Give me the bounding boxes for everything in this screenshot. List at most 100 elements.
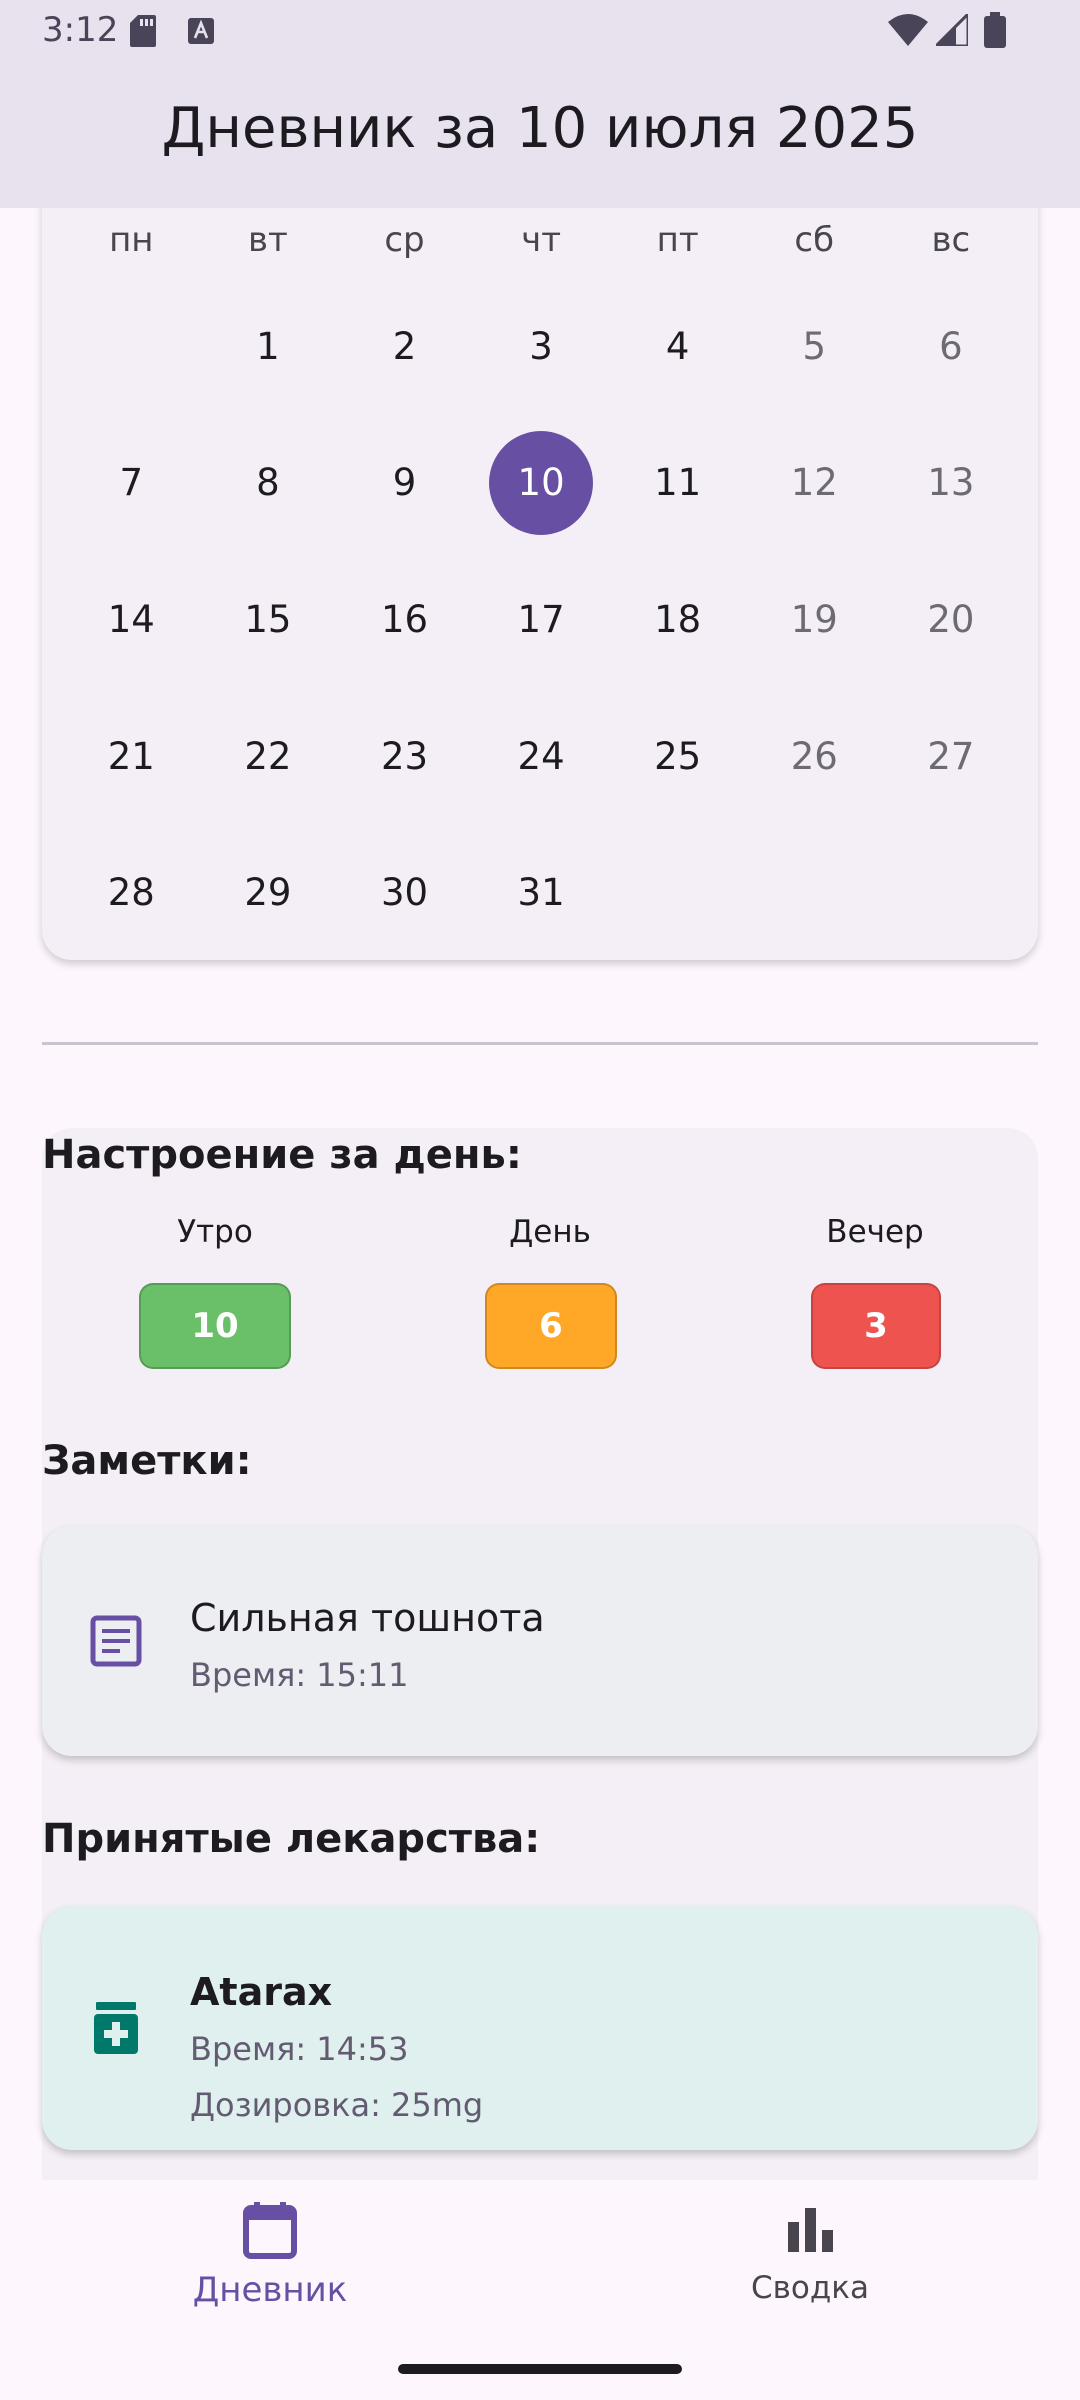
- status-bar: 3:12: [0, 0, 1080, 62]
- mood-evening-badge[interactable]: 3: [811, 1283, 941, 1369]
- calendar-day[interactable]: 27: [883, 688, 1020, 825]
- calendar-day-number: 30: [380, 871, 429, 915]
- mood-morning-label: Утро: [177, 1214, 253, 1250]
- weekday-label: ср: [384, 220, 425, 260]
- mood-morning-badge[interactable]: 10: [139, 1283, 291, 1369]
- medication-icon: [94, 2002, 138, 2054]
- calendar-day-number: 11: [654, 461, 702, 505]
- status-time: 3:12: [42, 10, 119, 50]
- calendar-day-number: 22: [244, 734, 292, 778]
- calendar-day[interactable]: 23: [336, 688, 473, 825]
- calendar-day[interactable]: 21: [63, 688, 200, 825]
- calendar-day[interactable]: 20: [883, 551, 1020, 688]
- calendar-day-number: 9: [392, 461, 417, 505]
- calendar-day[interactable]: 7: [63, 415, 200, 552]
- calendar-grid: 1 2 3 4 5 6 7 8 9 10 11 12 13 14 15 16 17 18 19 20 21 22 23 24 2…: [63, 278, 1019, 961]
- mood-day-badge[interactable]: 6: [485, 1283, 617, 1369]
- sd-card-icon: [130, 15, 156, 47]
- calendar-weekday-header: пн вт ср чт пт сб вс: [42, 220, 1059, 264]
- calendar-day[interactable]: 25: [609, 688, 746, 825]
- calendar-day-number: 16: [380, 597, 429, 641]
- calendar-day[interactable]: 6: [883, 278, 1020, 415]
- calendar-day-number: 8: [256, 461, 280, 505]
- home-indicator[interactable]: [398, 2364, 682, 2374]
- calendar-day[interactable]: 11: [609, 415, 746, 552]
- calendar-day-number: 18: [654, 597, 702, 641]
- calendar-day[interactable]: 5: [746, 278, 883, 415]
- calendar-day-number: 24: [517, 734, 565, 778]
- weekday-label: вт: [247, 220, 288, 260]
- nav-diary[interactable]: Дневник: [120, 2200, 420, 2310]
- calendar-day[interactable]: 2: [336, 278, 473, 415]
- weekday-label: чт: [521, 220, 562, 260]
- calendar-day-number: 6: [939, 324, 963, 368]
- medicine-card[interactable]: Atarax Время: 14:53 Дозировка: 25mg: [42, 1906, 1038, 2150]
- calendar-day-number: 23: [380, 734, 429, 778]
- calendar-day[interactable]: 13: [883, 415, 1020, 552]
- mood-evening: Вечер: [800, 1214, 950, 1250]
- note-text: Сильная тошнота: [190, 1596, 545, 1640]
- calendar-icon: [243, 2202, 297, 2259]
- note-card[interactable]: Сильная тошнота Время: 15:11: [42, 1526, 1038, 1756]
- calendar-day[interactable]: 16: [336, 551, 473, 688]
- calendar-day-number: 10: [489, 430, 594, 535]
- calendar-day-number: 14: [107, 597, 155, 641]
- calendar-day-number: 28: [107, 871, 155, 915]
- nav-summary[interactable]: Сводка: [660, 2200, 960, 2306]
- calendar-day[interactable]: 17: [473, 551, 610, 688]
- nav-diary-label: Дневник: [192, 2270, 348, 2310]
- mood-morning: Утро: [140, 1214, 290, 1250]
- calendar-day-number: 7: [119, 461, 144, 505]
- nav-summary-label: Сводка: [750, 2270, 870, 2306]
- calendar-day[interactable]: 29: [200, 824, 337, 961]
- mood-evening-label: Вечер: [826, 1214, 924, 1250]
- calendar-day-number: 3: [529, 324, 553, 368]
- bar-chart-icon: [788, 2208, 833, 2252]
- calendar-day-number: 2: [392, 324, 417, 368]
- mood-day-label: День: [509, 1214, 591, 1250]
- calendar-day[interactable]: 14: [63, 551, 200, 688]
- calendar-day[interactable]: 18: [609, 551, 746, 688]
- signal-icon: [936, 14, 968, 46]
- weekday-label: вс: [931, 220, 971, 260]
- calendar-day-number: 26: [790, 734, 838, 778]
- calendar-day[interactable]: 28: [63, 824, 200, 961]
- calendar-day[interactable]: 1: [200, 278, 337, 415]
- calendar-day[interactable]: 4: [609, 278, 746, 415]
- calendar-day-number: 17: [517, 597, 565, 641]
- calendar-day[interactable]: 24: [473, 688, 610, 825]
- calendar-day-number: 27: [927, 734, 975, 778]
- notes-section-title: Заметки:: [42, 1438, 252, 1484]
- wifi-icon: [888, 14, 928, 46]
- calendar-day[interactable]: 26: [746, 688, 883, 825]
- medicine-name: Atarax: [190, 1970, 333, 2014]
- notes-icon: [90, 1615, 142, 1667]
- calendar-day-number: 31: [517, 871, 565, 915]
- calendar-day[interactable]: 22: [200, 688, 337, 825]
- calendar-day[interactable]: 3: [473, 278, 610, 415]
- text-a-icon: [188, 18, 214, 44]
- note-time: Время: 15:11: [190, 1656, 409, 1694]
- calendar-day-number: 4: [665, 324, 690, 368]
- calendar-day-number: 12: [790, 461, 838, 505]
- calendar-day-number: 19: [790, 597, 838, 641]
- calendar-day[interactable]: 8: [200, 415, 337, 552]
- calendar-day[interactable]: 15: [200, 551, 337, 688]
- weekday-label: пн: [109, 220, 154, 260]
- calendar-day[interactable]: 9: [336, 415, 473, 552]
- calendar-day[interactable]: 12: [746, 415, 883, 552]
- calendar-day-number: 15: [244, 597, 292, 641]
- calendar-day[interactable]: 30: [336, 824, 473, 961]
- calendar-day-number: 13: [927, 461, 975, 505]
- page-title: Дневник за 10 июля 2025: [161, 96, 919, 161]
- calendar-day-number: 5: [802, 324, 827, 368]
- calendar-day[interactable]: 19: [746, 551, 883, 688]
- calendar-day-number: 25: [654, 734, 702, 778]
- calendar-empty-cell: [63, 278, 200, 415]
- calendar-day-selected[interactable]: 10: [473, 415, 610, 552]
- mood-section-title: Настроение за день:: [42, 1132, 522, 1178]
- medicine-time: Время: 14:53: [190, 2030, 409, 2068]
- medicines-section-title: Принятые лекарства:: [42, 1816, 541, 1862]
- calendar-day[interactable]: 31: [473, 824, 610, 961]
- calendar-day-number: 21: [107, 734, 155, 778]
